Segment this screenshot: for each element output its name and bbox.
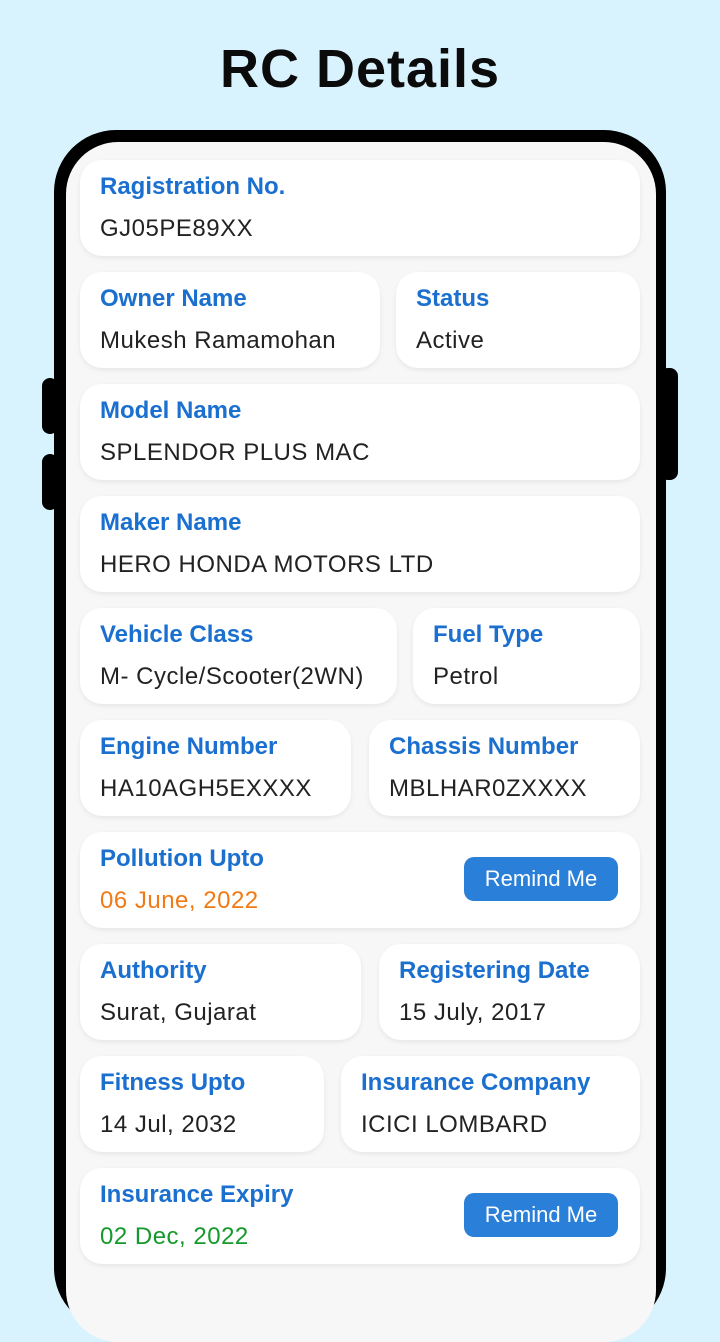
chassis-number-label: Chassis Number <box>389 733 579 760</box>
phone-screen: Ragistration No. GJ05PE89XX Owner Name M… <box>66 142 656 1342</box>
chassis-number-card: Chassis Number MBLHAR0ZXXXX <box>369 720 640 816</box>
insurance-company-value: ICICI LOMBARD <box>361 1111 548 1138</box>
model-card: Model Name SPLENDOR PLUS MAC <box>80 384 640 480</box>
registration-card: Ragistration No. GJ05PE89XX <box>80 160 640 256</box>
engine-number-value: HA10AGH5EXXXX <box>100 775 312 802</box>
page-title: RC Details <box>219 39 501 99</box>
vehicle-class-label: Vehicle Class <box>100 621 254 648</box>
registration-label: Ragistration No. <box>100 173 286 200</box>
fuel-type-card: Fuel Type Petrol <box>413 608 640 704</box>
owner-label: Owner Name <box>100 285 247 312</box>
insurance-company-card: Insurance Company ICICI LOMBARD <box>341 1056 640 1152</box>
authority-card: Authority Surat, Gujarat <box>80 944 361 1040</box>
owner-value: Mukesh Ramamohan <box>100 327 337 354</box>
insurance-company-label: Insurance Company <box>361 1069 591 1096</box>
model-label: Model Name <box>100 397 242 424</box>
pollution-card: Pollution Upto 06 June, 2022 Remind Me <box>80 832 640 928</box>
vehicle-class-card: Vehicle Class M- Cycle/Scooter(2WN) <box>80 608 397 704</box>
engine-number-card: Engine Number HA10AGH5EXXXX <box>80 720 351 816</box>
owner-card: Owner Name Mukesh Ramamohan <box>80 272 380 368</box>
fitness-label: Fitness Upto <box>100 1069 246 1096</box>
insurance-remind-button[interactable]: Remind Me <box>464 1193 618 1237</box>
fitness-value: 14 Jul, 2032 <box>100 1111 237 1138</box>
status-label: Status <box>416 285 490 312</box>
engine-number-label: Engine Number <box>100 733 278 760</box>
maker-card: Maker Name HERO HONDA MOTORS LTD <box>80 496 640 592</box>
registering-date-label: Registering Date <box>399 957 590 984</box>
registering-date-card: Registering Date 15 July, 2017 <box>379 944 640 1040</box>
fuel-type-label: Fuel Type <box>433 621 544 648</box>
fitness-card: Fitness Upto 14 Jul, 2032 <box>80 1056 324 1152</box>
vehicle-class-value: M- Cycle/Scooter(2WN) <box>100 663 364 690</box>
registration-value: GJ05PE89XX <box>100 215 254 242</box>
status-card: Status Active <box>396 272 640 368</box>
maker-label: Maker Name <box>100 509 242 536</box>
fuel-type-value: Petrol <box>433 663 499 690</box>
status-value: Active <box>416 327 485 354</box>
model-value: SPLENDOR PLUS MAC <box>100 439 370 466</box>
insurance-expiry-card: Insurance Expiry 02 Dec, 2022 Remind Me <box>80 1168 640 1264</box>
maker-value: HERO HONDA MOTORS LTD <box>100 551 434 578</box>
pollution-remind-button[interactable]: Remind Me <box>464 857 618 901</box>
registering-date-value: 15 July, 2017 <box>399 999 547 1026</box>
chassis-number-value: MBLHAR0ZXXXX <box>389 775 588 802</box>
authority-label: Authority <box>100 957 207 984</box>
authority-value: Surat, Gujarat <box>100 999 257 1026</box>
